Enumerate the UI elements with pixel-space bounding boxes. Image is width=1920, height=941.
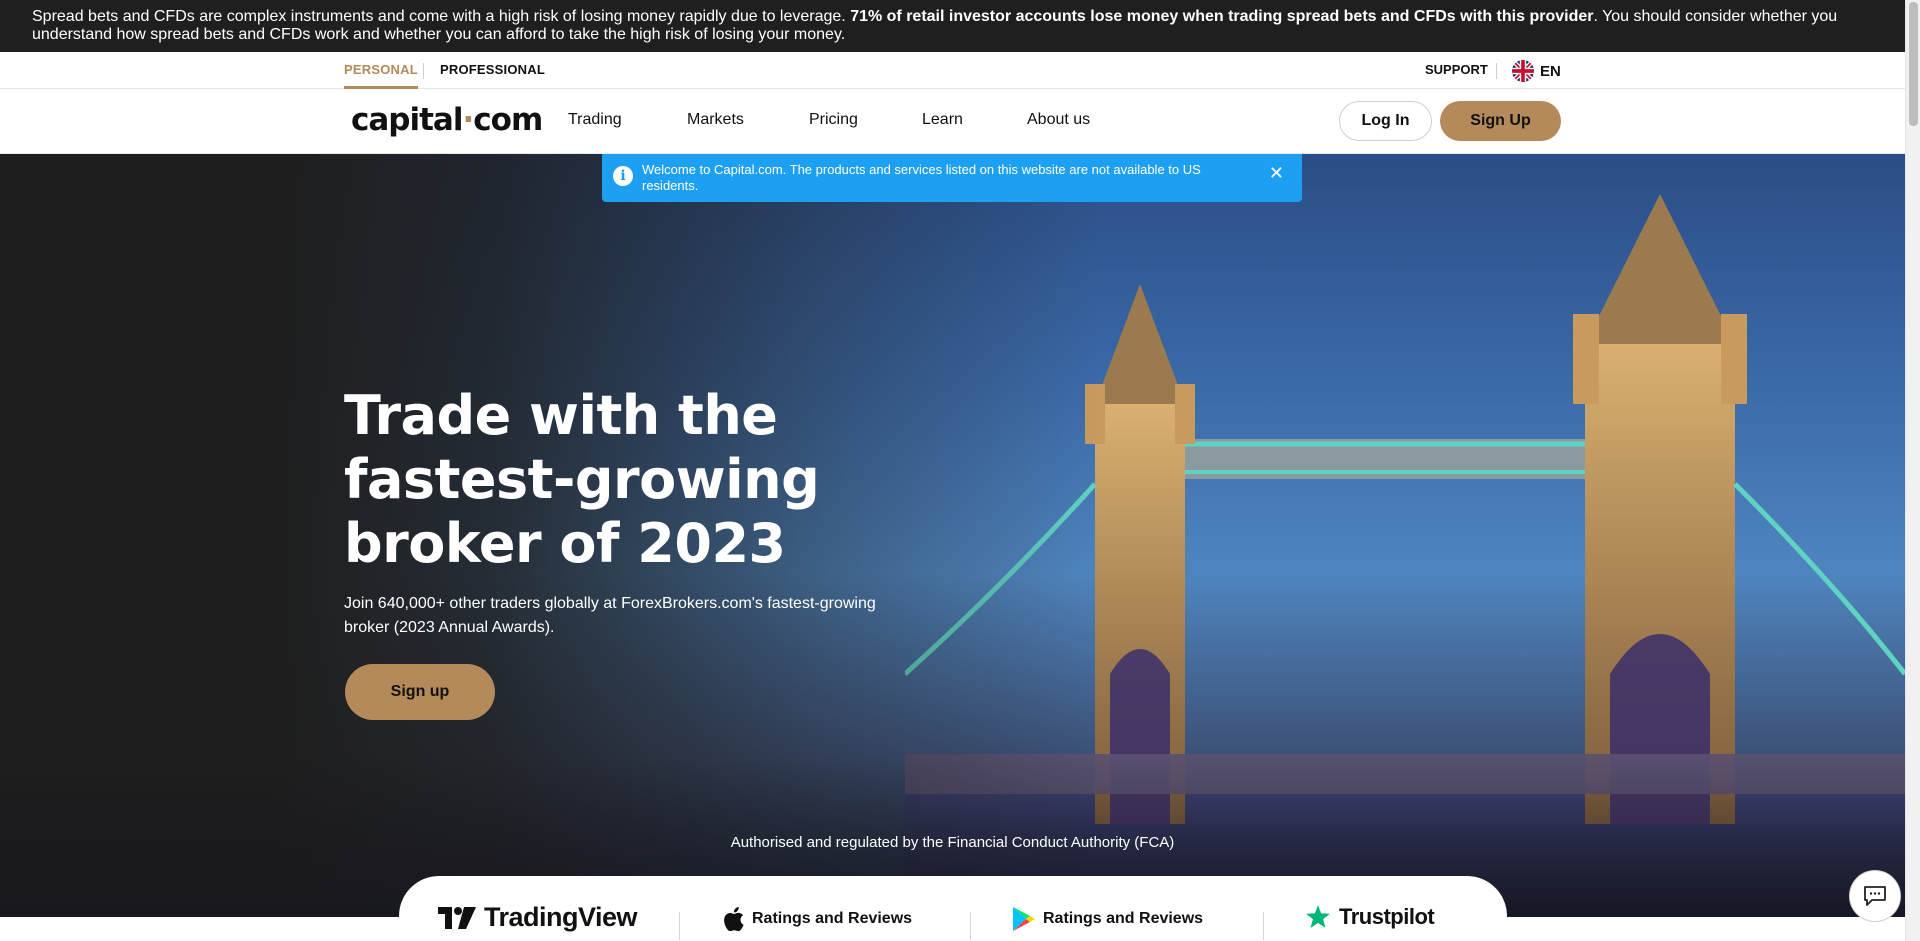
login-button[interactable]: Log In <box>1339 101 1432 141</box>
language-label: EN <box>1540 62 1561 80</box>
logo-dot: · <box>462 102 474 138</box>
info-icon: i <box>613 166 633 186</box>
risk-warning-banner: Spread bets and CFDs are complex instrum… <box>0 0 1905 52</box>
hero-title: Trade with the fastest-growing broker of… <box>344 384 820 575</box>
risk-warning-bold: 71% of retail investor accounts lose mon… <box>850 8 1594 25</box>
trustpilot-star-icon <box>1306 905 1330 928</box>
scrollbar-thumb[interactable] <box>1909 2 1918 126</box>
segment-personal-link[interactable]: PERSONAL <box>344 52 418 89</box>
uk-flag-icon <box>1512 60 1534 82</box>
logo-text-capital: capital <box>351 102 463 138</box>
apple-icon <box>724 907 744 931</box>
tradingview-label: TradingView <box>484 902 638 932</box>
chat-button[interactable] <box>1849 870 1901 922</box>
risk-warning-text: Spread bets and CFDs are complex instrum… <box>32 8 851 25</box>
segment-divider <box>423 63 424 79</box>
app-store-ratings[interactable]: Ratings and Reviews <box>724 907 912 931</box>
ratings-divider <box>970 912 971 940</box>
regulation-text: Authorised and regulated by the Financia… <box>730 834 1175 851</box>
main-nav: capital·com Trading Markets Pricing Lear… <box>0 89 1905 154</box>
ratings-divider <box>679 912 680 940</box>
alert-text: Welcome to Capital.com. The products and… <box>642 162 1201 193</box>
google-play-ratings[interactable]: Ratings and Reviews <box>1013 907 1203 931</box>
page-scrollbar[interactable] <box>1905 0 1920 941</box>
segment-professional-link[interactable]: PROFESSIONAL <box>440 52 545 89</box>
trustpilot-badge[interactable]: Trustpilot <box>1305 904 1435 930</box>
close-icon[interactable]: ✕ <box>1269 164 1284 182</box>
ratings-divider <box>1263 912 1264 940</box>
nav-item-markets[interactable]: Markets <box>687 111 744 129</box>
app-store-ratings-label: Ratings and Reviews <box>752 910 913 927</box>
google-play-icon <box>1013 907 1035 931</box>
capital-com-logo[interactable]: capital·com <box>351 102 543 138</box>
signup-button[interactable]: Sign Up <box>1440 101 1561 141</box>
trustpilot-label: Trustpilot <box>1339 904 1435 929</box>
logo-text-com: com <box>473 102 543 138</box>
nav-item-learn[interactable]: Learn <box>922 111 963 129</box>
nav-item-about-us[interactable]: About us <box>1027 111 1090 129</box>
ratings-strip: TradingView Ratings and Reviews Ratings … <box>399 876 1507 941</box>
google-play-ratings-label: Ratings and Reviews <box>1043 910 1204 927</box>
topbar-divider <box>1496 63 1497 79</box>
hero-signup-button[interactable]: Sign up <box>345 664 495 720</box>
segment-bar: PERSONAL PROFESSIONAL SUPPORT EN <box>0 52 1905 89</box>
language-selector[interactable]: EN <box>1512 60 1561 82</box>
us-residents-alert: i Welcome to Capital.com. The products a… <box>602 154 1302 202</box>
nav-item-pricing[interactable]: Pricing <box>809 111 858 129</box>
nav-item-trading[interactable]: Trading <box>568 111 622 129</box>
chat-icon <box>1864 886 1886 906</box>
support-link[interactable]: SUPPORT <box>1425 52 1488 87</box>
hero-subtitle: Join 640,000+ other traders globally at … <box>344 595 876 636</box>
tradingview-logo-icon <box>438 906 476 929</box>
tradingview-badge[interactable]: TradingView <box>438 902 638 933</box>
hero-section: i Welcome to Capital.com. The products a… <box>0 154 1905 917</box>
